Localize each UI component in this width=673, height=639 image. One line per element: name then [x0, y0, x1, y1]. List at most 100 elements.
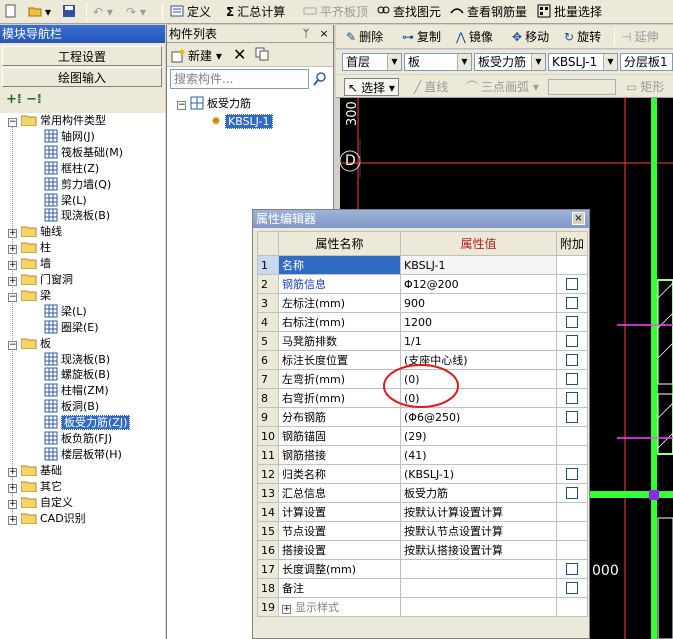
floor-select[interactable]: 首层 ▼ — [342, 53, 402, 71]
property-row[interactable]: 13 汇总信息 板受力筋 — [257, 483, 589, 503]
collapse-icon[interactable]: − — [8, 340, 17, 350]
nav-tree-group[interactable]: + CAD识别 — [8, 511, 86, 527]
expand-icon[interactable]: + — [8, 499, 17, 509]
nav-tree-item[interactable]: 现浇板(B) — [44, 352, 110, 368]
property-row[interactable]: 15 节点设置 按默认节点设置计算 — [257, 521, 589, 541]
nav-tree-group[interactable]: + 自定义 — [8, 495, 73, 511]
expand-icon[interactable]: + — [8, 229, 17, 239]
property-value-cell[interactable]: 按默认节点设置计算 — [400, 521, 557, 541]
property-value-cell[interactable]: 板受力筋 — [400, 483, 557, 503]
delete-button[interactable]: ✎ 删除 — [346, 28, 383, 46]
close-icon[interactable]: × — [317, 27, 331, 41]
nav-tree-item[interactable]: 现浇板(B) — [44, 208, 110, 224]
expand-icon[interactable]: + — [8, 467, 17, 477]
property-row[interactable]: 1 名称 KBSLJ-1 — [257, 255, 589, 275]
expand-icon[interactable]: + — [8, 245, 17, 255]
component-select[interactable]: KBSLJ-1 ▼ — [548, 53, 618, 71]
property-value-cell[interactable]: (KBSLJ-1) — [400, 464, 557, 484]
property-row[interactable]: 3 左标注(mm) 900 — [257, 293, 589, 313]
expand-icon[interactable]: + — [8, 261, 17, 271]
expand-icon[interactable]: + — [8, 483, 17, 493]
nav-tree-group[interactable]: + 其它 — [8, 479, 62, 495]
mirror-button[interactable]: ⋀ 镜像 — [456, 28, 493, 46]
expand-all-icon[interactable]: +⁞ — [6, 92, 22, 107]
nav-tree-group[interactable]: − 梁 — [8, 288, 51, 304]
extra-checkbox[interactable] — [566, 277, 578, 290]
type-select[interactable]: 板受力筋 ▼ — [474, 53, 546, 71]
collapse-icon[interactable]: − — [8, 118, 17, 127]
nav-tree-group[interactable]: − 常用构件类型 — [8, 113, 106, 129]
extra-checkbox[interactable] — [566, 467, 578, 480]
property-row[interactable]: 18 备注 — [257, 578, 589, 598]
layer-select[interactable]: 分层板1 — [620, 53, 673, 71]
property-row[interactable]: 12 归类名称 (KBSLJ-1) — [257, 464, 589, 484]
nav-tree-item[interactable]: 螺旋板(B) — [44, 367, 110, 383]
expand-icon[interactable]: + — [282, 605, 291, 614]
delete-component-icon[interactable]: ✕ — [233, 45, 246, 64]
move-button[interactable]: ✥ 移动 — [512, 28, 549, 46]
extra-checkbox[interactable] — [566, 486, 578, 499]
select-tool-button[interactable]: ↖ 选择 ▾ — [344, 78, 399, 96]
collapse-all-icon[interactable]: −⁞ — [26, 92, 42, 107]
property-value-cell[interactable]: (29) — [400, 426, 557, 446]
nav-tree-group[interactable]: + 轴线 — [8, 224, 62, 240]
redo-icon[interactable]: ↷ ▾ — [126, 3, 146, 21]
nav-tree-item[interactable]: 轴网(J) — [44, 129, 95, 145]
nav-tree-item[interactable]: 板受力筋(ZJ) — [44, 415, 131, 431]
view-rebar-button[interactable]: 查看钢筋量 — [450, 3, 527, 21]
component-search-input[interactable]: 搜索构件... — [170, 69, 309, 89]
property-row[interactable]: 9 分布钢筋 (Φ6@250) — [257, 407, 589, 427]
property-value-cell[interactable]: (Φ6@250) — [400, 407, 557, 427]
property-value-cell[interactable]: 1200 — [400, 312, 557, 332]
property-value-cell[interactable] — [400, 578, 557, 598]
expand-icon[interactable]: + — [8, 515, 17, 525]
sum-calc-button[interactable]: Σ 汇总计算 — [226, 3, 285, 21]
extra-checkbox[interactable] — [566, 581, 578, 594]
property-value-cell[interactable]: 1/1 — [400, 331, 557, 351]
drawing-input-button[interactable]: 绘图输入 — [2, 67, 162, 87]
nav-tree-group[interactable]: + 基础 — [8, 463, 62, 479]
property-row[interactable]: 11 钢筋搭接 (41) — [257, 445, 589, 465]
define-button[interactable]: 定义 — [170, 3, 211, 21]
nav-tree-item[interactable]: 框柱(Z) — [44, 161, 99, 177]
new-component-button[interactable]: 新建 ▾ — [171, 47, 222, 64]
collapse-icon[interactable]: − — [8, 292, 17, 302]
property-value-cell[interactable] — [400, 559, 557, 579]
close-icon[interactable]: × — [572, 212, 585, 225]
property-row[interactable]: 10 钢筋锚固 (29) — [257, 426, 589, 446]
arc-options-select[interactable] — [548, 79, 616, 95]
collapse-icon[interactable]: − — [177, 101, 186, 110]
nav-tree-group[interactable]: + 门窗洞 — [8, 272, 73, 288]
nav-tree-item[interactable]: 梁(L) — [44, 193, 87, 209]
copy-button[interactable]: ⊶ 复制 — [402, 28, 441, 46]
category-select[interactable]: 板 ▼ — [404, 53, 472, 71]
property-row[interactable]: 16 搭接设置 按默认搭接设置计算 — [257, 540, 589, 560]
extra-checkbox[interactable] — [566, 562, 578, 575]
property-row[interactable]: 4 右标注(mm) 1200 — [257, 312, 589, 332]
flush-slab-top-button[interactable]: 平齐板顶 — [303, 3, 368, 21]
nav-tree-item[interactable]: 圈梁(E) — [44, 320, 99, 336]
search-icon[interactable] — [312, 71, 330, 89]
find-element-button[interactable]: 查找图元 — [376, 3, 441, 21]
rotate-button[interactable]: ↻ 旋转 — [564, 28, 601, 46]
extra-checkbox[interactable] — [566, 391, 578, 404]
nav-tree-item[interactable]: 柱帽(ZM) — [44, 383, 109, 399]
nav-tree-item[interactable]: 梁(L) — [44, 304, 87, 320]
save-icon[interactable] — [62, 3, 79, 21]
property-value-cell[interactable] — [400, 597, 557, 617]
extra-checkbox[interactable] — [566, 372, 578, 385]
line-tool-button[interactable]: ╱ 直线 — [414, 78, 448, 96]
property-row[interactable]: 14 计算设置 按默认计算设置计算 — [257, 502, 589, 522]
nav-tree-group[interactable]: − 板 — [8, 336, 51, 352]
rectangle-tool-button[interactable]: ▭ 矩形 — [626, 78, 664, 96]
batch-select-button[interactable]: 批量选择 — [537, 3, 602, 21]
new-file-icon[interactable] — [4, 3, 21, 21]
property-value-cell[interactable]: 按默认计算设置计算 — [400, 502, 557, 522]
property-value-cell[interactable]: 900 — [400, 293, 557, 313]
project-settings-button[interactable]: 工程设置 — [2, 46, 162, 66]
property-value-cell[interactable]: 按默认搭接设置计算 — [400, 540, 557, 560]
copy-component-icon[interactable] — [255, 47, 269, 64]
open-folder-icon[interactable]: ▾ — [28, 3, 51, 21]
extra-checkbox[interactable] — [566, 315, 578, 328]
expand-icon[interactable]: + — [8, 277, 17, 286]
